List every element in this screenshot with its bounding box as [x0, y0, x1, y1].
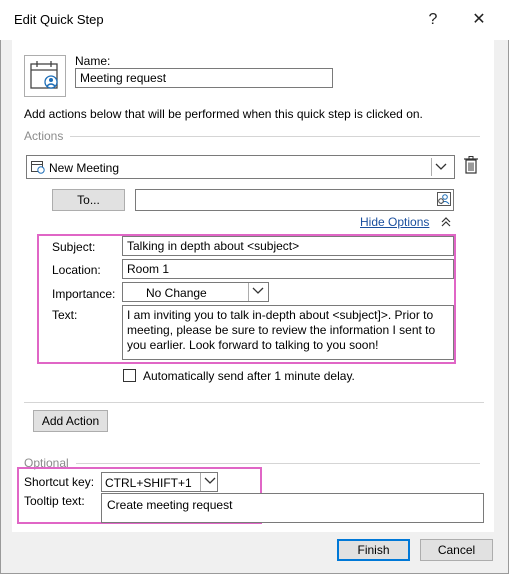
subject-label: Subject:	[52, 240, 96, 254]
help-button[interactable]: ?	[419, 8, 447, 32]
to-button[interactable]: To...	[52, 189, 125, 211]
window-title: Edit Quick Step	[14, 12, 104, 27]
auto-send-label: Automatically send after 1 minute delay.	[143, 369, 355, 383]
name-label: Name:	[75, 54, 111, 68]
text-input[interactable]: I am inviting you to talk in-depth about…	[122, 305, 454, 360]
chevron-down-icon	[200, 473, 217, 491]
title-bar: Edit Quick Step ? ✕	[0, 0, 509, 40]
text-label: Text:	[52, 308, 78, 322]
tooltip-label: Tooltip text:	[24, 494, 85, 508]
shortcut-value: CTRL+SHIFT+1	[105, 476, 192, 490]
chevron-down-icon	[248, 283, 266, 301]
shortcut-select[interactable]: CTRL+SHIFT+1	[101, 472, 218, 492]
address-book-icon[interactable]	[436, 191, 452, 207]
double-chevron-up-icon[interactable]	[441, 217, 451, 227]
calendar-person-icon	[30, 61, 58, 89]
actions-section-title: Actions	[24, 129, 64, 143]
delete-action-button[interactable]	[462, 155, 482, 177]
action-dropdown-value: New Meeting	[49, 161, 120, 175]
add-action-button[interactable]: Add Action	[33, 410, 108, 432]
name-input[interactable]: Meeting request	[75, 68, 333, 88]
auto-send-checkbox[interactable]	[123, 369, 136, 382]
finish-button[interactable]: Finish	[337, 539, 410, 561]
importance-select[interactable]: No Change	[122, 282, 269, 302]
quick-step-icon[interactable]	[24, 55, 66, 97]
location-input[interactable]: Room 1	[122, 259, 454, 279]
chevron-down-icon	[431, 158, 449, 176]
to-input[interactable]	[135, 189, 454, 211]
cancel-button[interactable]: Cancel	[420, 539, 493, 561]
trash-icon	[464, 156, 478, 174]
actions-group-bottom	[24, 402, 484, 403]
location-label: Location:	[52, 263, 101, 277]
instructions-text: Add actions below that will be performed…	[24, 107, 423, 121]
subject-input[interactable]: Talking in depth about <subject>	[122, 236, 454, 256]
hide-options-link[interactable]: Hide Options	[360, 215, 429, 229]
shortcut-label: Shortcut key:	[24, 475, 95, 489]
importance-label: Importance:	[52, 287, 116, 301]
close-button[interactable]: ✕	[465, 8, 493, 32]
meeting-icon	[31, 161, 45, 174]
actions-divider	[70, 136, 480, 137]
tooltip-input[interactable]: Create meeting request	[101, 493, 484, 523]
optional-divider	[76, 463, 480, 464]
importance-value: No Change	[146, 286, 207, 300]
action-dropdown[interactable]: New Meeting	[26, 155, 455, 179]
